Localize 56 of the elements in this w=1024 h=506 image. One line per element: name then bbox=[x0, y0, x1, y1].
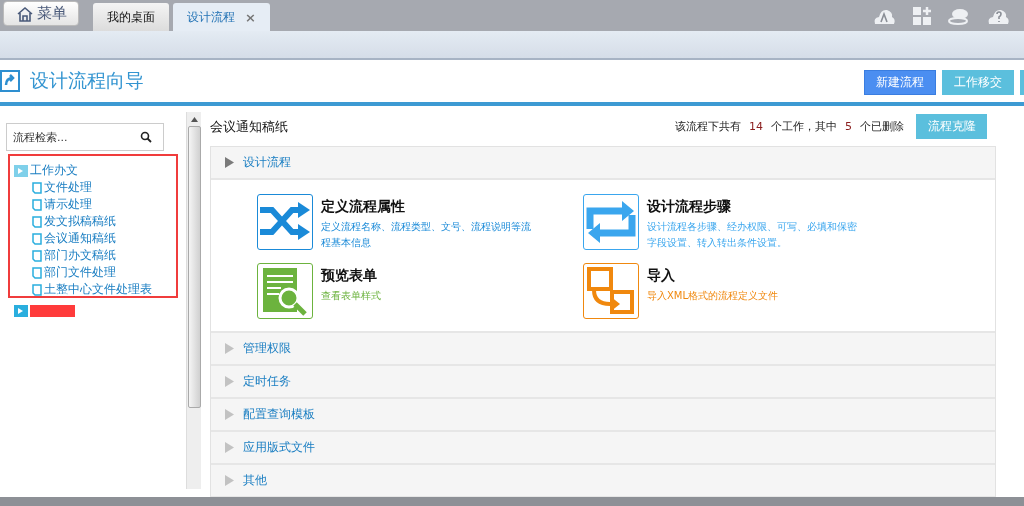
form-preview-icon[interactable] bbox=[261, 266, 309, 316]
action-description: 查看表单样式 bbox=[321, 289, 382, 303]
document-icon bbox=[32, 283, 42, 296]
document-icon bbox=[32, 181, 42, 194]
search-icon[interactable] bbox=[140, 131, 152, 143]
tree-item[interactable]: 部门办文稿纸 bbox=[44, 247, 116, 264]
section-title[interactable]: 配置查询模板 bbox=[243, 406, 315, 423]
grid-icon[interactable] bbox=[912, 5, 932, 26]
tree-item[interactable]: 土整中心文件处理表 bbox=[44, 281, 152, 298]
section-title[interactable]: 应用版式文件 bbox=[243, 439, 315, 456]
tab[interactable]: 设计流程 × bbox=[173, 3, 270, 31]
section-title[interactable]: 设计流程 bbox=[243, 154, 291, 171]
action-description: 设计流程各步骤、经办权限、可写、必填和保密字段设置、转入转出条件设置。 bbox=[647, 220, 858, 250]
section-title[interactable]: 定时任务 bbox=[243, 373, 291, 390]
action-title[interactable]: 导入 bbox=[647, 267, 861, 285]
expanded-folder-icon[interactable] bbox=[14, 164, 28, 177]
tree-item[interactable]: 发文拟稿稿纸 bbox=[44, 213, 116, 230]
action-title[interactable]: 定义流程属性 bbox=[321, 198, 535, 216]
document-icon bbox=[32, 249, 42, 262]
chat-icon[interactable] bbox=[948, 6, 970, 25]
action-description: 定义流程名称、流程类型、文号、流程说明等流程基本信息 bbox=[321, 220, 532, 250]
work-count-text: 该流程下共有 14 个工作，其中 5 个已删除 bbox=[675, 119, 904, 134]
section-title[interactable]: 其他 bbox=[243, 472, 267, 489]
collapsed-folder-icon[interactable] bbox=[14, 304, 28, 317]
section-title[interactable]: 管理权限 bbox=[243, 340, 291, 357]
share-icon bbox=[0, 70, 20, 92]
scrollbar[interactable] bbox=[186, 112, 201, 489]
tab[interactable]: 我的桌面 bbox=[93, 3, 169, 31]
header-button[interactable]: 新建流程 bbox=[864, 70, 936, 95]
section-header[interactable]: 管理权限 bbox=[211, 333, 995, 366]
action-title[interactable]: 设计流程步骤 bbox=[647, 198, 861, 216]
flow-name: 会议通知稿纸 bbox=[210, 117, 288, 136]
scroll-up-icon[interactable] bbox=[190, 117, 198, 122]
search-field[interactable]: 流程检索... bbox=[6, 123, 164, 151]
section-header[interactable]: 设计流程 bbox=[211, 147, 995, 180]
close-icon[interactable]: × bbox=[245, 9, 256, 25]
section-header[interactable]: 配置查询模板 bbox=[211, 399, 995, 432]
document-icon bbox=[32, 198, 42, 211]
tree-item[interactable]: 部门文件处理 bbox=[44, 264, 116, 281]
menu-button[interactable]: 菜单 bbox=[3, 1, 79, 26]
tree-item[interactable]: 文件处理 bbox=[44, 179, 92, 196]
section-header[interactable]: 定时任务 bbox=[211, 366, 995, 399]
document-icon bbox=[32, 215, 42, 228]
home-icon bbox=[15, 5, 34, 22]
document-icon bbox=[32, 232, 42, 245]
import-icon[interactable] bbox=[586, 266, 636, 316]
action-title[interactable]: 预览表单 bbox=[321, 267, 535, 285]
page-title: 设计流程向导 bbox=[30, 68, 144, 93]
section-header[interactable]: 其他 bbox=[211, 465, 995, 498]
tree-item[interactable]: 工作办文 bbox=[30, 162, 78, 179]
cycle-icon[interactable] bbox=[584, 199, 638, 245]
action-description: 导入XML格式的流程定义文件 bbox=[647, 289, 780, 303]
document-icon bbox=[32, 266, 42, 279]
tree-item[interactable]: 会议通知稿纸 bbox=[44, 230, 116, 247]
section-header[interactable]: 应用版式文件 bbox=[211, 432, 995, 465]
tree-item[interactable]: 请示处理 bbox=[44, 196, 92, 213]
